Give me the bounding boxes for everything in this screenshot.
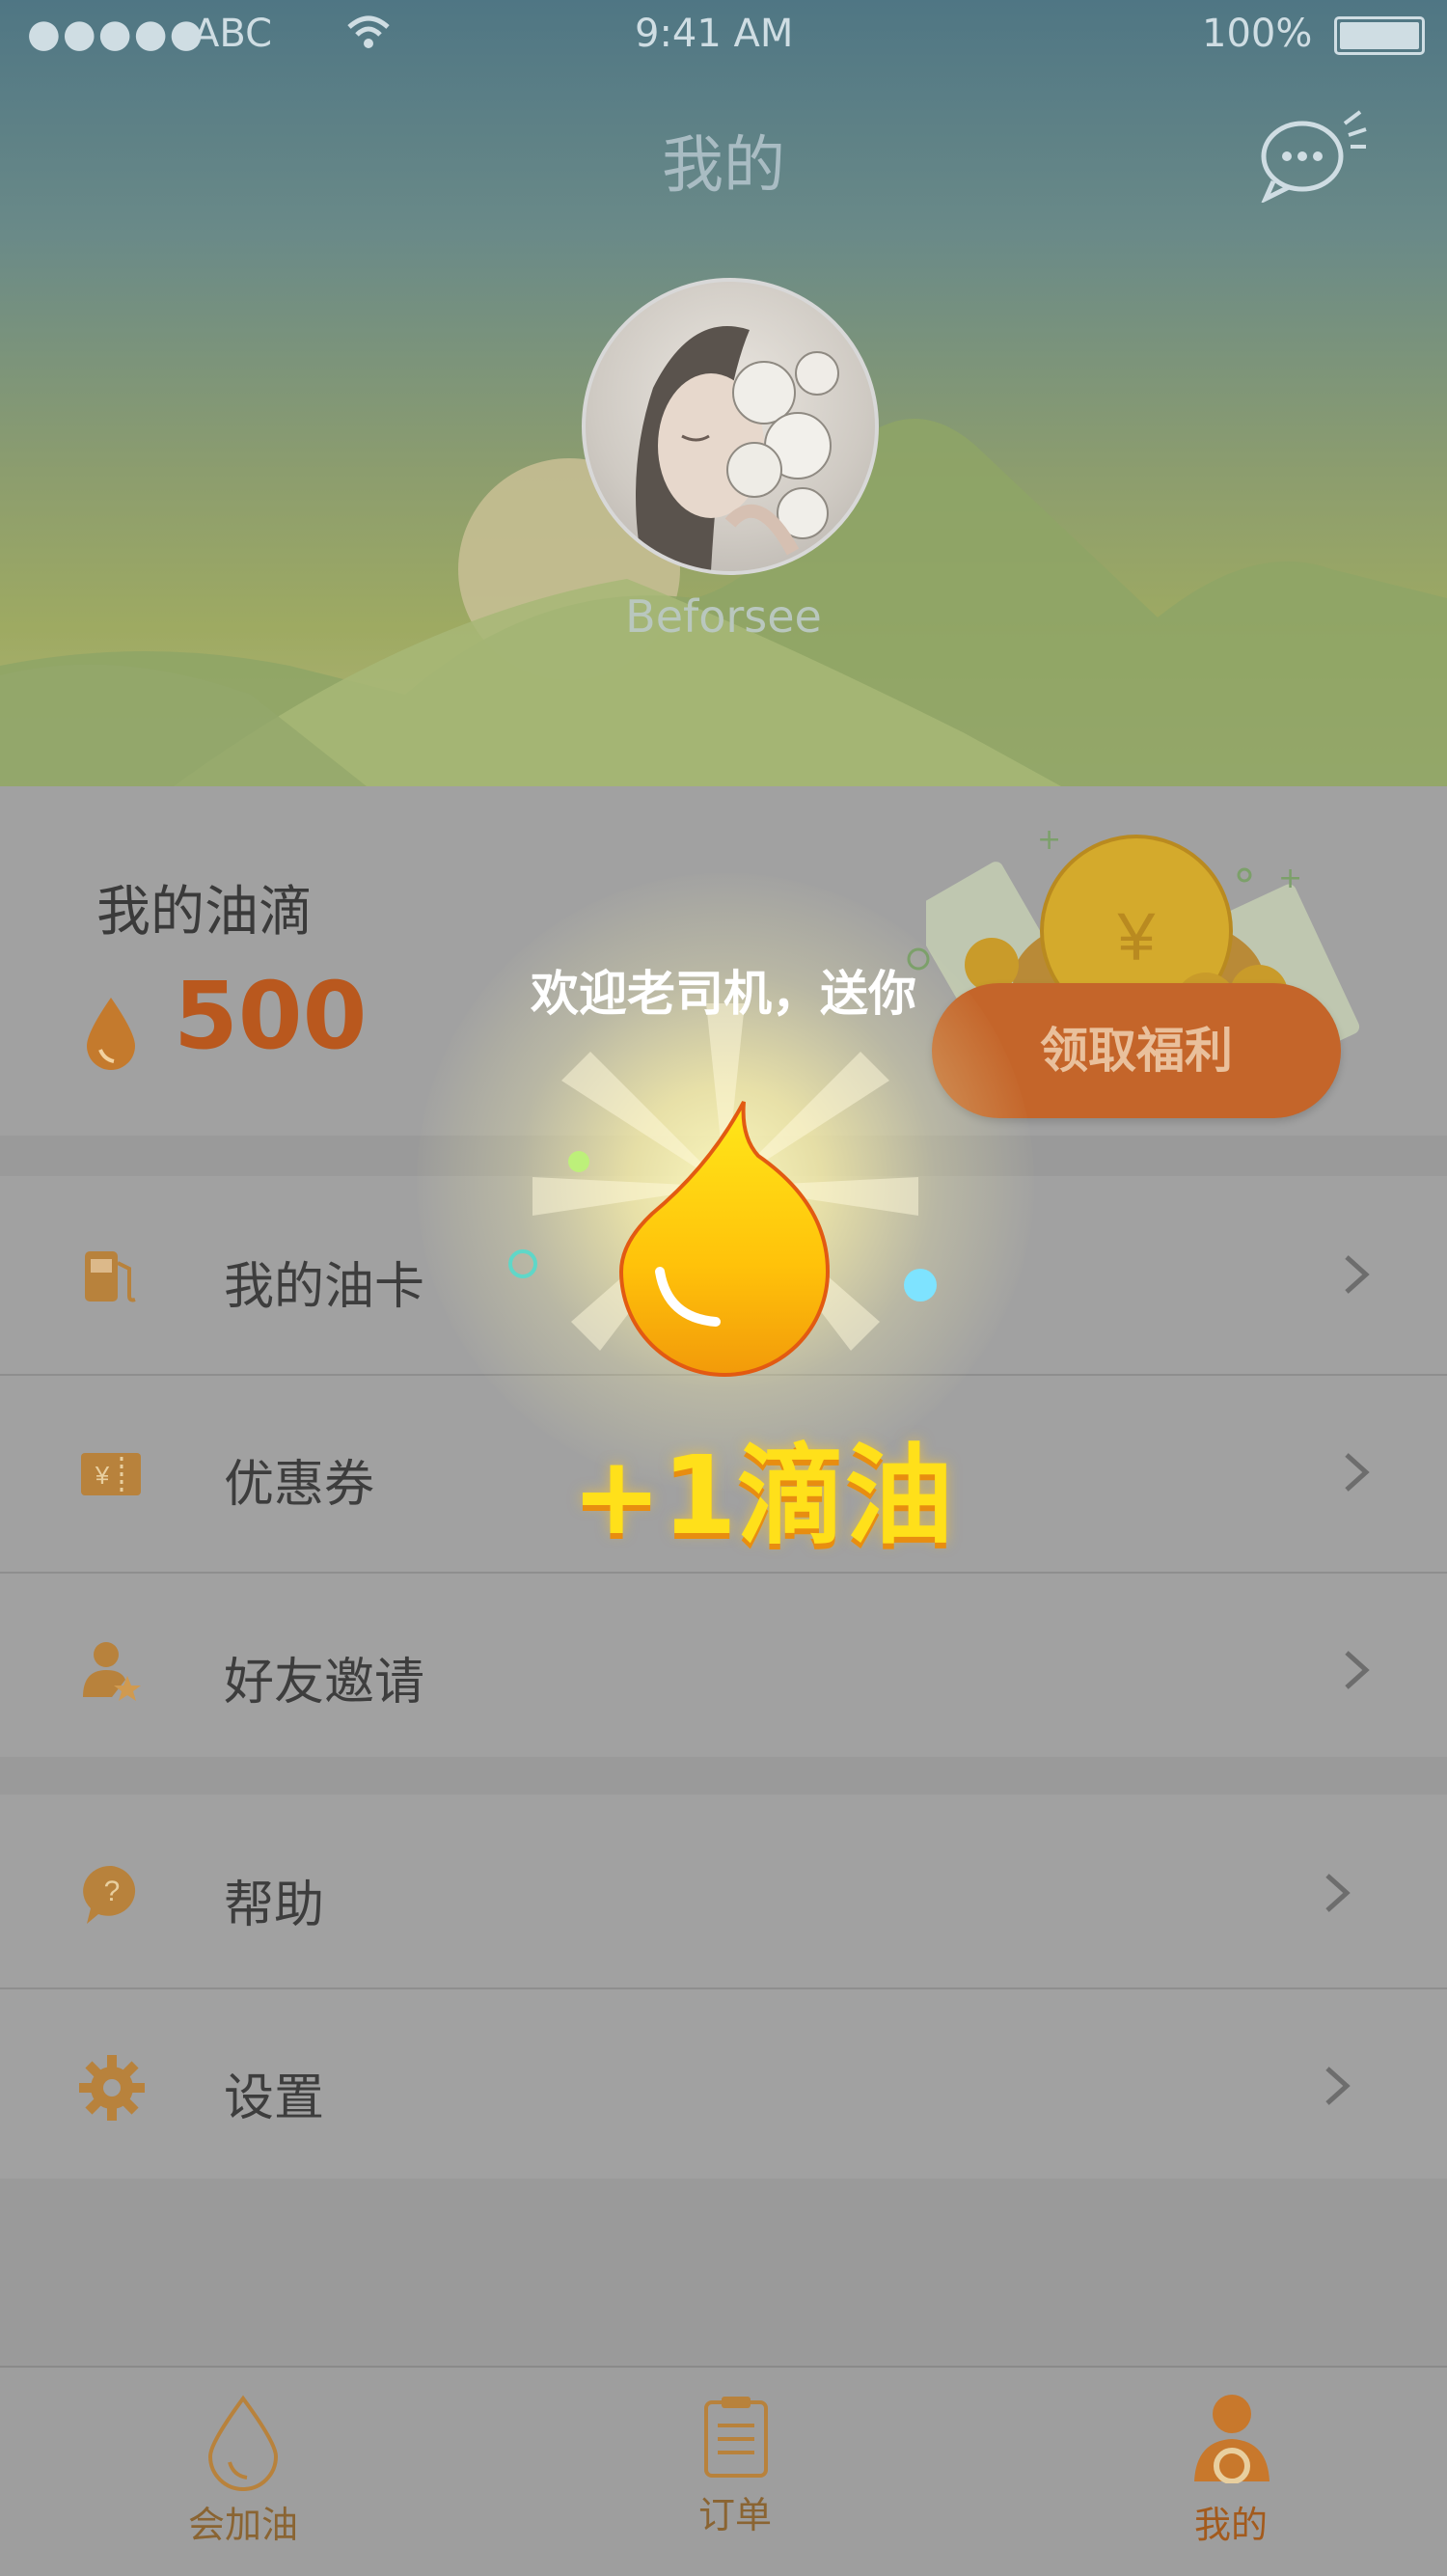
avatar-illustration: [636, 326, 839, 571]
tab-label: 订单: [697, 2494, 772, 2536]
sparkle-dots: [907, 947, 930, 971]
menu-group-2: ? 帮助 设置: [0, 1795, 1447, 2179]
status-bar: ●●●●● ABC 9:41 AM 100%: [0, 0, 1447, 68]
username: Beforsee: [625, 590, 822, 643]
tab-orders[interactable]: 订单: [590, 2368, 880, 2576]
drop-icon: [207, 2395, 279, 2491]
wifi-icon: [347, 15, 390, 48]
tab-label: 会加油: [187, 2504, 298, 2546]
menu-label: 帮助: [224, 1877, 325, 1934]
reward-amount-text: +1滴油: [571, 1434, 953, 1559]
oil-drop-icon: [87, 998, 135, 1070]
help-icon: ?: [83, 1865, 136, 1924]
svg-text:+: +: [1037, 825, 1061, 857]
fuel-pump-icon: [85, 1251, 136, 1302]
reward-welcome-text: 欢迎老司机，送你: [531, 966, 916, 1022]
menu-item-settings[interactable]: 设置: [0, 1987, 1447, 2179]
tab-mine[interactable]: 我的: [1086, 2368, 1376, 2576]
chevron-right-icon: [1345, 1453, 1370, 1492]
menu-label: 优惠券: [224, 1456, 375, 1514]
tab-refuel[interactable]: 会加油: [98, 2368, 388, 2576]
menu-item-invite-friends[interactable]: 好友邀请: [0, 1572, 1447, 1769]
clipboard-icon: [704, 2397, 768, 2478]
svg-text:¥: ¥: [1117, 899, 1157, 974]
menu-item-help[interactable]: ? 帮助: [0, 1795, 1447, 1989]
points-label: 我的油滴: [96, 881, 313, 944]
driver-icon: [1194, 2395, 1270, 2483]
coupon-icon: ¥: [81, 1453, 141, 1495]
gear-icon: [79, 2055, 145, 2121]
page-title: 我的: [662, 130, 785, 202]
profile-header: ●●●●● ABC 9:41 AM 100% 我的 Beforsee: [0, 0, 1447, 786]
friend-invite-icon: [83, 1642, 141, 1701]
clock: 9:41 AM: [635, 12, 794, 56]
sparkle-dots: [508, 1151, 937, 1302]
chevron-right-icon: [1325, 1874, 1351, 1912]
chevron-right-icon: [1325, 2067, 1351, 2105]
signal-indicator: ●●●●●: [27, 12, 205, 56]
menu-label: 我的油卡: [224, 1258, 425, 1316]
tab-bar: 会加油 订单 我的: [0, 2366, 1447, 2576]
menu-label: 设置: [224, 2069, 325, 2127]
battery-percent: 100%: [1202, 12, 1313, 56]
avatar[interactable]: [582, 278, 879, 575]
svg-text:+: +: [1278, 862, 1302, 895]
svg-text:?: ?: [104, 1876, 121, 1907]
chat-bubble-icon[interactable]: [1256, 106, 1372, 203]
menu-label: 好友邀请: [224, 1654, 425, 1712]
battery-icon: [1334, 16, 1425, 55]
svg-text:¥: ¥: [95, 1461, 110, 1490]
chevron-right-icon: [1345, 1651, 1370, 1689]
chevron-right-icon: [1345, 1255, 1370, 1294]
carrier-label: ABC: [193, 12, 273, 56]
points-value: 500: [174, 962, 368, 1070]
tab-label: 我的: [1193, 2504, 1268, 2546]
